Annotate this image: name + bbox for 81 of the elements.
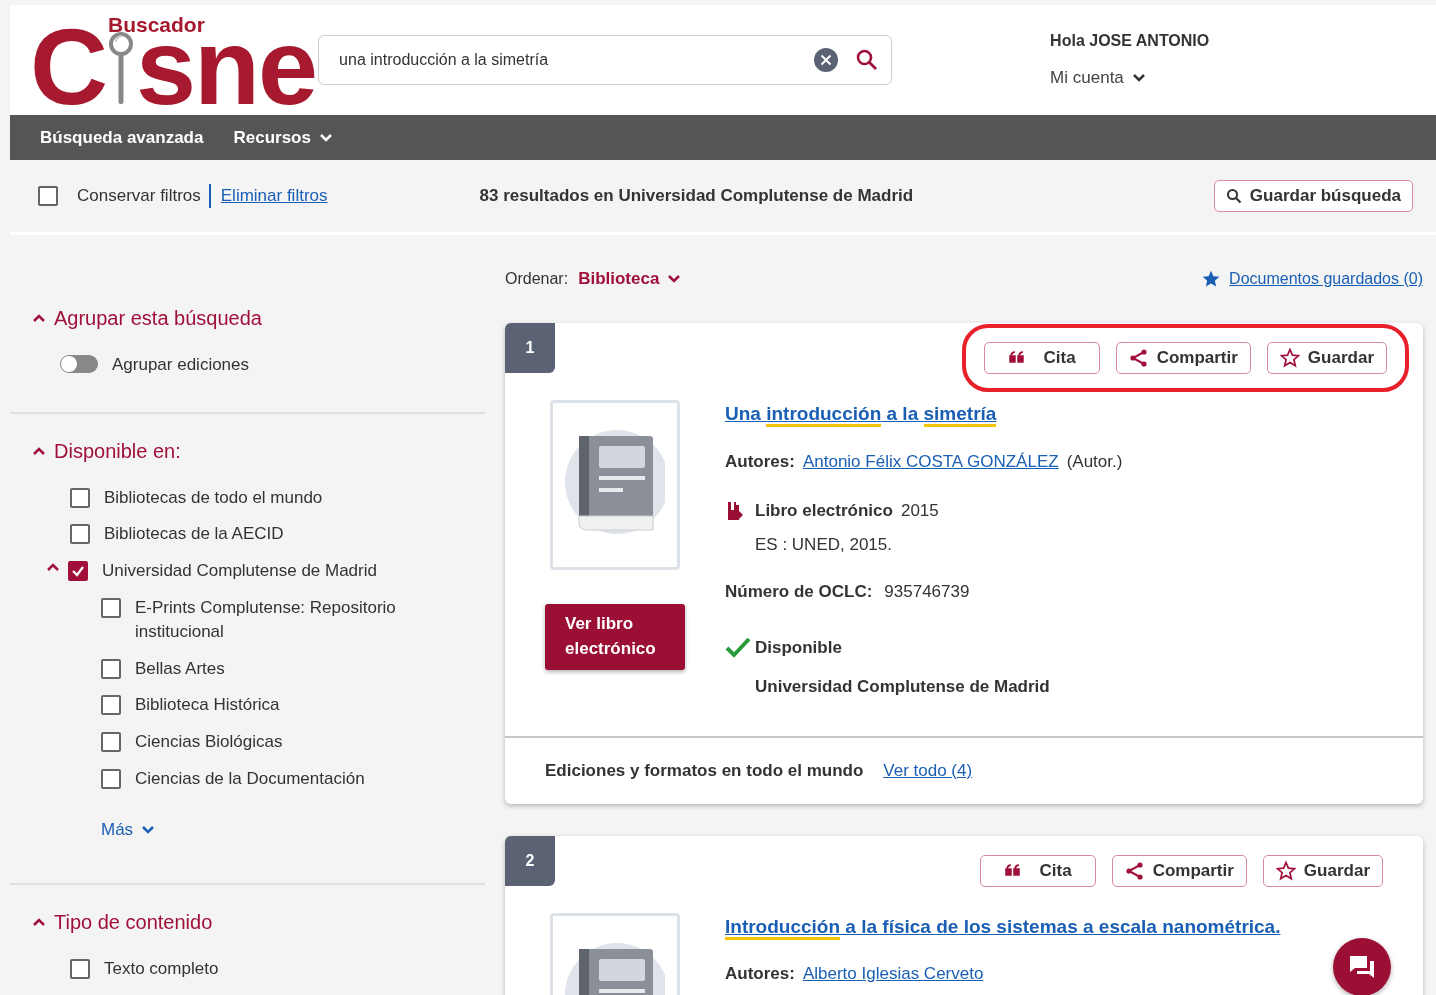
chevron-up-icon [32,445,46,456]
chevron-down-icon [667,274,682,284]
author-link[interactable]: Alberto Iglesias Cerveto [802,961,984,987]
library-name: Universidad Complutense de Madrid [755,676,1051,698]
action-button[interactable]: Cita [983,342,1100,374]
sort-dropdown[interactable]: Biblioteca [578,266,682,292]
chat-icon [1348,954,1376,980]
filter-label: Ciencias de la Documentación [135,767,365,790]
share-icon [1124,860,1145,881]
filter-label: Bibliotecas de todo el mundo [104,486,323,509]
results-summary: 83 resultados en Universidad Complutense de Madrid [479,185,914,208]
publisher-text: ES : UNED, 2015. [755,533,893,556]
filter-label: Biblioteca Histórica [135,694,280,717]
check-icon [725,636,751,659]
action-button[interactable]: Cita [979,854,1096,887]
chevron-down-icon [1131,73,1146,83]
checkbox[interactable] [101,732,121,753]
chevron-up-icon [32,916,46,927]
checkbox[interactable] [38,186,58,206]
oclc-number: 935746739 [884,581,970,603]
authors-label: Autores: [725,450,795,473]
year-text: 2015 [900,500,939,522]
section-header[interactable]: Disponible en: [32,435,181,466]
chevron-down-icon [318,132,333,143]
search-box[interactable]: una introducción a la simetría [318,35,893,85]
chevron-up-icon[interactable] [46,561,60,572]
checkbox[interactable] [68,560,88,581]
editions-label: Ediciones y formatos en todo el mundo [545,759,864,782]
nav-link[interactable]: Recursos [233,124,333,151]
result-title-link[interactable]: Una introducción a la simetría [725,403,997,427]
logo-letter: C [30,23,106,110]
checkbox[interactable] [70,524,90,545]
oclc-label: Número de OCLC: [725,581,873,603]
checkbox[interactable] [101,658,121,679]
checkbox-label: Conservar filtros [77,185,201,208]
checkbox[interactable] [101,768,121,789]
filter-label: Universidad Complutense de Madrid [102,559,377,582]
author-role: (Autor.) [1066,450,1123,473]
result-number: 1 [505,323,555,373]
clear-icon[interactable] [813,47,840,73]
section-header[interactable]: Agrupar esta búsqueda [32,303,262,333]
filter-label: Ciencias Biológicas [135,731,283,754]
star-outline-icon [1275,860,1296,881]
author-link[interactable]: Antonio Félix COSTA GONZÁLEZ [802,448,1059,474]
checkbox[interactable] [70,958,90,979]
filter-label: Agrupar ediciones [112,354,250,376]
filter-label: Bellas Artes [135,657,225,680]
result-number: 2 [505,835,555,886]
chevron-up-icon [32,313,46,323]
greeting-text: Hola JOSE ANTONIO [1050,31,1210,52]
availability-status: Disponible [755,636,842,659]
section-header[interactable]: Tipo de contenido [32,906,213,937]
result-title-link[interactable]: Introducción a la física de los sistemas a escala nanométrica. [725,915,1281,940]
toggle-switch[interactable] [60,355,98,373]
more-link[interactable]: Más [101,817,156,843]
saved-documents-link[interactable]: Documentos guardados (0) [1201,267,1423,291]
filter-label: Texto completo [104,957,219,980]
checkbox[interactable] [101,597,121,618]
action-button[interactable]: Compartir [1111,854,1247,887]
authors-label: Autores: [725,963,795,985]
view-all-link[interactable]: Ver todo (4) [883,757,973,784]
star-outline-icon [1279,348,1300,368]
format-label: Libro electrónico [755,500,893,522]
search-icon [1225,188,1242,204]
sort-label: Ordenar: [505,269,569,289]
chevron-down-icon [141,825,156,836]
checkbox[interactable] [70,487,90,508]
checkbox[interactable] [101,695,121,716]
view-ebook-button[interactable]: Ver libro electrónico [545,604,685,670]
action-button[interactable]: Compartir [1115,342,1251,374]
clear-filters-link[interactable]: Eliminar filtros [220,183,328,209]
filter-label: E-Prints Complutense: Repositorio institucional [135,596,397,644]
logo-subtitle: Buscador [108,14,205,35]
magnifier-logo-icon [108,30,134,106]
account-menu[interactable]: Mi cuenta [1050,65,1210,91]
filter-label: Bibliotecas de la AECID [104,523,284,546]
nav-link[interactable]: Búsqueda avanzada [40,124,204,151]
share-icon [1128,348,1149,368]
action-button[interactable]: Guardar [1262,854,1383,887]
action-button[interactable]: Guardar [1266,342,1387,374]
save-search-button[interactable]: Guardar búsqueda [1213,180,1413,212]
